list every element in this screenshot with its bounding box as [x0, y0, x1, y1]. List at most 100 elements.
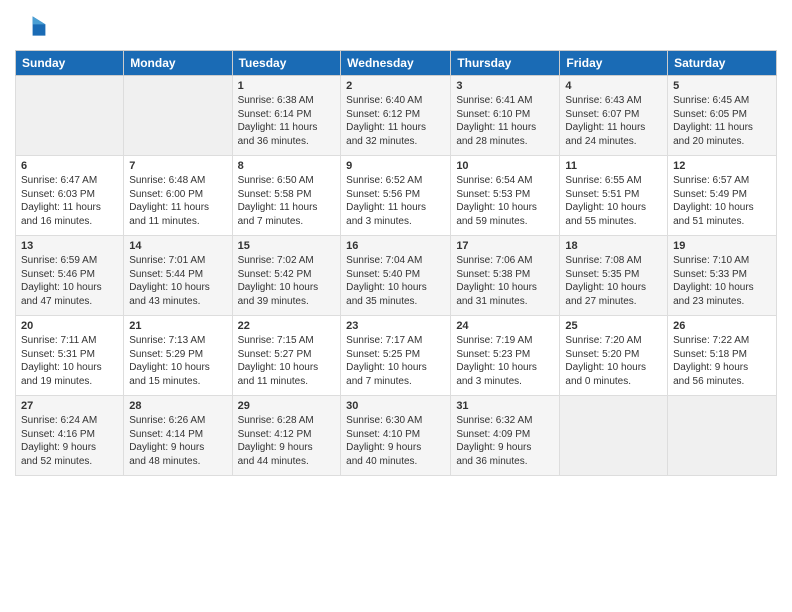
page: SundayMondayTuesdayWednesdayThursdayFrid… — [0, 0, 792, 486]
day-number: 8 — [238, 160, 336, 172]
day-number: 28 — [129, 400, 226, 412]
day-info: Sunrise: 6:47 AM Sunset: 6:03 PM Dayligh… — [21, 174, 118, 228]
calendar-table: SundayMondayTuesdayWednesdayThursdayFrid… — [15, 50, 777, 476]
day-info: Sunrise: 6:55 AM Sunset: 5:51 PM Dayligh… — [565, 174, 662, 228]
day-number: 12 — [673, 160, 771, 172]
day-cell: 8 Sunrise: 6:50 AM Sunset: 5:58 PM Daylig… — [232, 156, 341, 236]
week-row-1: 1 Sunrise: 6:38 AM Sunset: 6:14 PM Daylig… — [16, 76, 777, 156]
day-cell: 23 Sunrise: 7:17 AM Sunset: 5:25 PM Dayli… — [341, 316, 451, 396]
day-cell: 28 Sunrise: 6:26 AM Sunset: 4:14 PM Dayli… — [124, 396, 232, 476]
day-info: Sunrise: 7:04 AM Sunset: 5:40 PM Dayligh… — [346, 254, 445, 308]
day-info: Sunrise: 6:45 AM Sunset: 6:05 PM Dayligh… — [673, 94, 771, 148]
day-number: 19 — [673, 240, 771, 252]
header-cell-sunday: Sunday — [16, 51, 124, 76]
day-info: Sunrise: 6:57 AM Sunset: 5:49 PM Dayligh… — [673, 174, 771, 228]
day-info: Sunrise: 7:15 AM Sunset: 5:27 PM Dayligh… — [238, 334, 336, 388]
day-cell: 7Sunrise: 6:48 AM Sunset: 6:00 PM Daylig… — [124, 156, 232, 236]
day-info: Sunrise: 7:22 AM Sunset: 5:18 PM Dayligh… — [673, 334, 771, 388]
day-cell — [560, 396, 668, 476]
day-info: Sunrise: 6:40 AM Sunset: 6:12 PM Dayligh… — [346, 94, 445, 148]
week-row-2: 6Sunrise: 6:47 AM Sunset: 6:03 PM Daylig… — [16, 156, 777, 236]
day-number: 23 — [346, 320, 445, 332]
day-number: 27 — [21, 400, 118, 412]
day-info: Sunrise: 6:59 AM Sunset: 5:46 PM Dayligh… — [21, 254, 118, 308]
day-number: 5 — [673, 80, 771, 92]
day-number: 24 — [456, 320, 554, 332]
day-cell: 4Sunrise: 6:43 AM Sunset: 6:07 PM Daylig… — [560, 76, 668, 156]
day-info: Sunrise: 6:52 AM Sunset: 5:56 PM Dayligh… — [346, 174, 445, 228]
day-cell: 11 Sunrise: 6:55 AM Sunset: 5:51 PM Dayli… — [560, 156, 668, 236]
day-cell: 26Sunrise: 7:22 AM Sunset: 5:18 PM Dayli… — [668, 316, 777, 396]
day-info: Sunrise: 7:13 AM Sunset: 5:29 PM Dayligh… — [129, 334, 226, 388]
day-info: Sunrise: 7:10 AM Sunset: 5:33 PM Dayligh… — [673, 254, 771, 308]
day-cell: 24 Sunrise: 7:19 AM Sunset: 5:23 PM Dayli… — [451, 316, 560, 396]
day-info: Sunrise: 6:50 AM Sunset: 5:58 PM Dayligh… — [238, 174, 336, 228]
day-cell: 25Sunrise: 7:20 AM Sunset: 5:20 PM Dayli… — [560, 316, 668, 396]
day-number: 3 — [456, 80, 554, 92]
day-cell: 13 Sunrise: 6:59 AM Sunset: 5:46 PM Dayli… — [16, 236, 124, 316]
day-number: 21 — [129, 320, 226, 332]
day-cell: 5 Sunrise: 6:45 AM Sunset: 6:05 PM Daylig… — [668, 76, 777, 156]
day-number: 13 — [21, 240, 118, 252]
day-cell: 18 Sunrise: 7:08 AM Sunset: 5:35 PM Dayli… — [560, 236, 668, 316]
day-cell: 29 Sunrise: 6:28 AM Sunset: 4:12 PM Dayli… — [232, 396, 341, 476]
day-number: 20 — [21, 320, 118, 332]
week-row-5: 27 Sunrise: 6:24 AM Sunset: 4:16 PM Dayli… — [16, 396, 777, 476]
day-number: 18 — [565, 240, 662, 252]
day-cell: 9 Sunrise: 6:52 AM Sunset: 5:56 PM Daylig… — [341, 156, 451, 236]
logo — [15, 10, 51, 42]
header-cell-saturday: Saturday — [668, 51, 777, 76]
day-cell: 22 Sunrise: 7:15 AM Sunset: 5:27 PM Dayli… — [232, 316, 341, 396]
day-cell: 19 Sunrise: 7:10 AM Sunset: 5:33 PM Dayli… — [668, 236, 777, 316]
day-cell: 21 Sunrise: 7:13 AM Sunset: 5:29 PM Dayli… — [124, 316, 232, 396]
day-info: Sunrise: 6:26 AM Sunset: 4:14 PM Dayligh… — [129, 414, 226, 468]
day-number: 14 — [129, 240, 226, 252]
header-cell-monday: Monday — [124, 51, 232, 76]
day-cell: 2 Sunrise: 6:40 AM Sunset: 6:12 PM Daylig… — [341, 76, 451, 156]
day-info: Sunrise: 6:41 AM Sunset: 6:10 PM Dayligh… — [456, 94, 554, 148]
day-info: Sunrise: 7:11 AM Sunset: 5:31 PM Dayligh… — [21, 334, 118, 388]
day-info: Sunrise: 6:28 AM Sunset: 4:12 PM Dayligh… — [238, 414, 336, 468]
day-number: 30 — [346, 400, 445, 412]
day-number: 11 — [565, 160, 662, 172]
logo-icon — [15, 10, 47, 42]
week-row-3: 13 Sunrise: 6:59 AM Sunset: 5:46 PM Dayli… — [16, 236, 777, 316]
day-info: Sunrise: 7:19 AM Sunset: 5:23 PM Dayligh… — [456, 334, 554, 388]
header-row: SundayMondayTuesdayWednesdayThursdayFrid… — [16, 51, 777, 76]
day-cell: 27 Sunrise: 6:24 AM Sunset: 4:16 PM Dayli… — [16, 396, 124, 476]
day-number: 10 — [456, 160, 554, 172]
day-info: Sunrise: 6:38 AM Sunset: 6:14 PM Dayligh… — [238, 94, 336, 148]
day-cell: 14 Sunrise: 7:01 AM Sunset: 5:44 PM Dayli… — [124, 236, 232, 316]
day-number: 29 — [238, 400, 336, 412]
header-cell-tuesday: Tuesday — [232, 51, 341, 76]
day-cell: 6Sunrise: 6:47 AM Sunset: 6:03 PM Daylig… — [16, 156, 124, 236]
day-number: 9 — [346, 160, 445, 172]
day-number: 17 — [456, 240, 554, 252]
day-info: Sunrise: 6:32 AM Sunset: 4:09 PM Dayligh… — [456, 414, 554, 468]
day-cell: 31 Sunrise: 6:32 AM Sunset: 4:09 PM Dayli… — [451, 396, 560, 476]
day-number: 1 — [238, 80, 336, 92]
day-cell: 1 Sunrise: 6:38 AM Sunset: 6:14 PM Daylig… — [232, 76, 341, 156]
day-number: 22 — [238, 320, 336, 332]
day-info: Sunrise: 7:02 AM Sunset: 5:42 PM Dayligh… — [238, 254, 336, 308]
header — [15, 10, 777, 42]
day-info: Sunrise: 7:08 AM Sunset: 5:35 PM Dayligh… — [565, 254, 662, 308]
header-cell-wednesday: Wednesday — [341, 51, 451, 76]
day-number: 16 — [346, 240, 445, 252]
day-info: Sunrise: 7:17 AM Sunset: 5:25 PM Dayligh… — [346, 334, 445, 388]
day-number: 15 — [238, 240, 336, 252]
day-info: Sunrise: 7:06 AM Sunset: 5:38 PM Dayligh… — [456, 254, 554, 308]
day-info: Sunrise: 6:43 AM Sunset: 6:07 PM Dayligh… — [565, 94, 662, 148]
day-cell: 12 Sunrise: 6:57 AM Sunset: 5:49 PM Dayli… — [668, 156, 777, 236]
day-info: Sunrise: 6:48 AM Sunset: 6:00 PM Dayligh… — [129, 174, 226, 228]
day-info: Sunrise: 7:01 AM Sunset: 5:44 PM Dayligh… — [129, 254, 226, 308]
day-info: Sunrise: 6:54 AM Sunset: 5:53 PM Dayligh… — [456, 174, 554, 228]
day-info: Sunrise: 6:24 AM Sunset: 4:16 PM Dayligh… — [21, 414, 118, 468]
day-info: Sunrise: 6:30 AM Sunset: 4:10 PM Dayligh… — [346, 414, 445, 468]
week-row-4: 20 Sunrise: 7:11 AM Sunset: 5:31 PM Dayli… — [16, 316, 777, 396]
day-cell — [124, 76, 232, 156]
day-number: 31 — [456, 400, 554, 412]
day-cell: 20 Sunrise: 7:11 AM Sunset: 5:31 PM Dayli… — [16, 316, 124, 396]
day-cell: 16 Sunrise: 7:04 AM Sunset: 5:40 PM Dayli… — [341, 236, 451, 316]
day-number: 2 — [346, 80, 445, 92]
